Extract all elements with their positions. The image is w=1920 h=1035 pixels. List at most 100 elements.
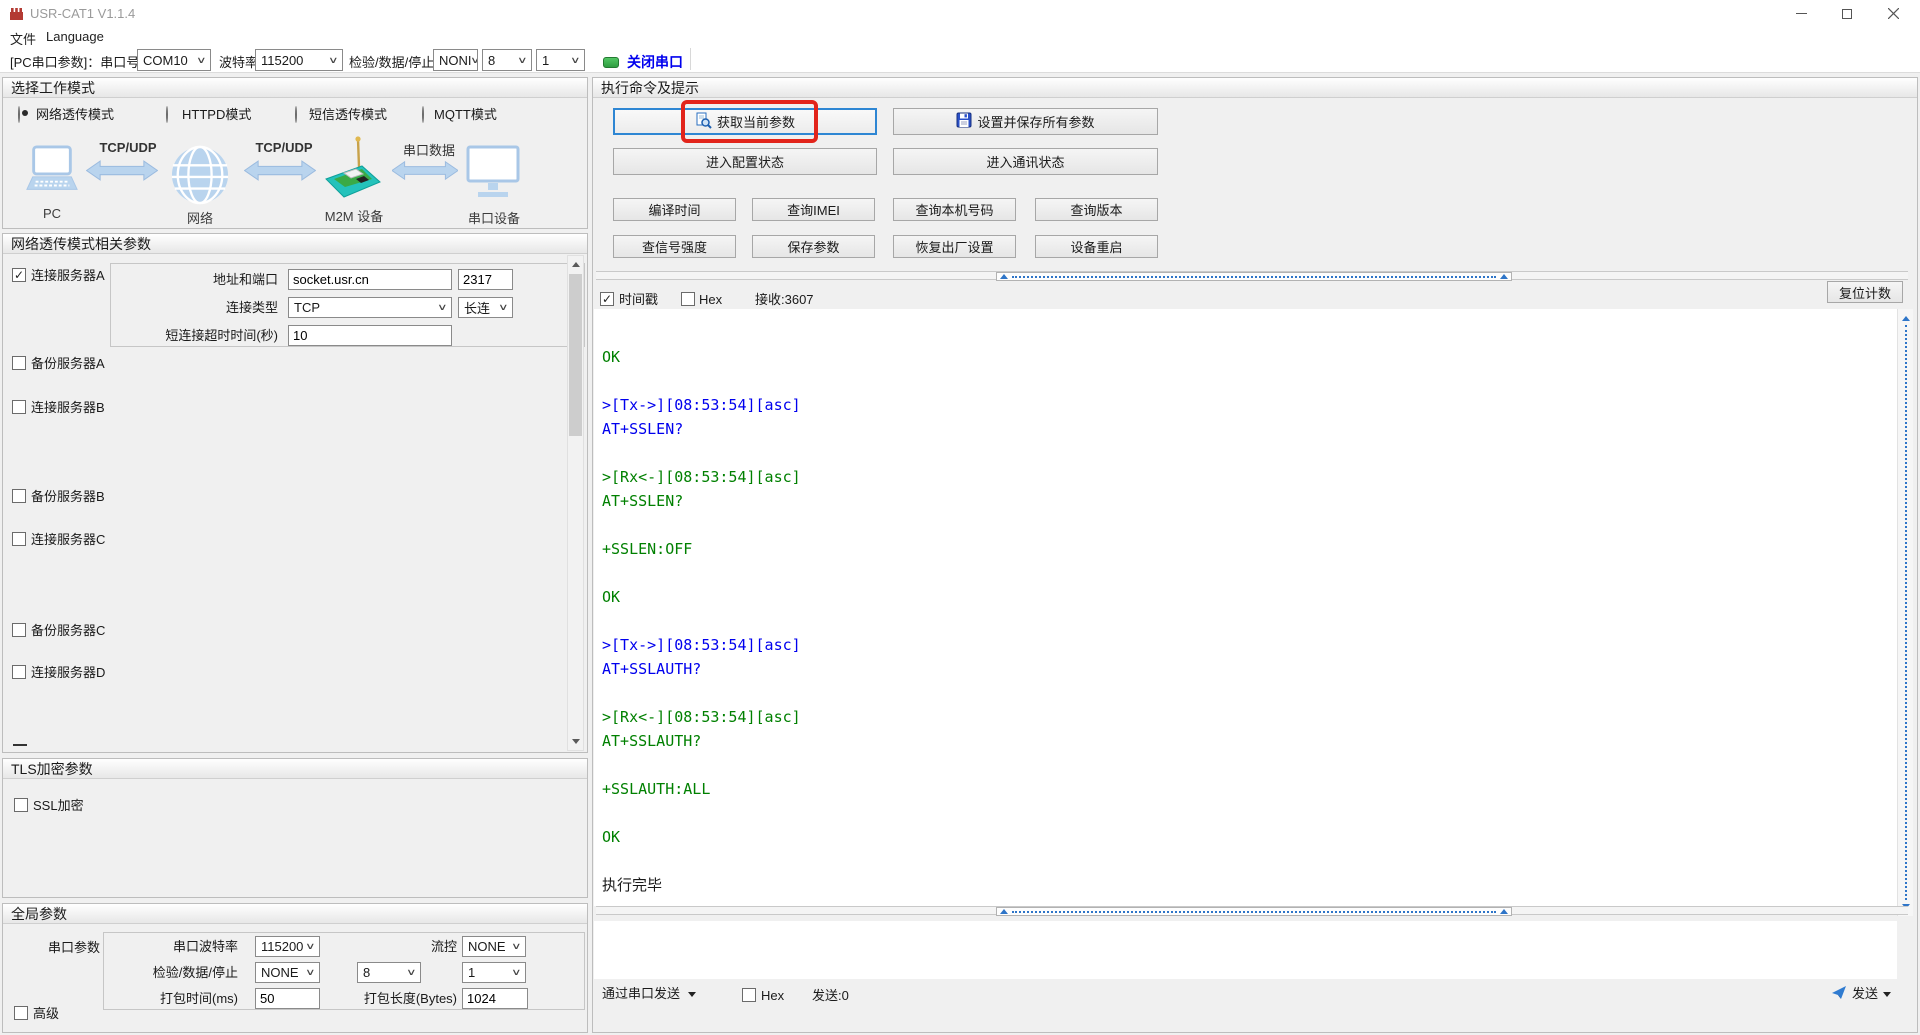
vscroll-up-nub[interactable] <box>1901 312 1910 321</box>
maximize-button[interactable] <box>1824 0 1870 27</box>
log-vscrollbar[interactable] <box>1897 309 1913 916</box>
serial-device-label: 串口设备 <box>467 211 520 226</box>
query-phone-number-button[interactable]: 查询本机号码 <box>893 198 1016 221</box>
enter-comm-button[interactable]: 进入通讯状态 <box>893 148 1158 175</box>
server-port-input[interactable] <box>458 269 513 290</box>
conn-type-select[interactable]: TCP ∨ <box>288 297 452 318</box>
server-a-label: 连接服务器A <box>31 268 105 283</box>
backup-server-c-checkbox[interactable] <box>12 623 26 637</box>
radio-mqtt[interactable] <box>422 106 424 123</box>
com-port-select[interactable]: COM10 ∨ <box>137 49 211 71</box>
backup-server-b-label: 备份服务器B <box>31 489 105 504</box>
recv-counter: 接收:3607 <box>755 292 814 307</box>
log-line: +SSLEN:OFF <box>602 540 693 558</box>
radio-sms-passthrough[interactable] <box>295 106 297 123</box>
tx-hex-label: Hex <box>761 988 785 1003</box>
backup-server-a-checkbox[interactable] <box>12 356 26 370</box>
gp-stopbits-select[interactable]: 1 ∨ <box>462 962 526 983</box>
parity-select[interactable]: NONI∨ <box>433 49 478 71</box>
gp-packtime-input[interactable] <box>255 988 320 1009</box>
short-conn-timeout-label: 短连接超时时间(秒) <box>165 328 278 343</box>
net-params-title: 网络透传模式相关参数 <box>11 235 151 252</box>
serial-params-label: 串口参数 <box>48 940 101 955</box>
global-params-title: 全局参数 <box>11 905 67 922</box>
rx-hex-checkbox[interactable] <box>681 292 695 306</box>
command-panel-title: 执行命令及提示 <box>601 79 699 96</box>
log-hscrollbar-bottom[interactable] <box>596 906 1908 916</box>
annotation-red-box <box>681 100 818 143</box>
minimize-button[interactable] <box>1778 0 1824 27</box>
save-params-button[interactable]: 保存参数 <box>752 235 875 258</box>
parity-data-stop-label: 检验/数据/停止 <box>349 55 435 70</box>
gp-packlen-label: 打包长度(Bytes) <box>363 991 457 1006</box>
close-serial-label: 关闭串口 <box>627 54 683 70</box>
gp-baud-label: 串口波特率 <box>172 939 238 954</box>
keepalive-select[interactable]: 长连 ∨ <box>458 297 513 318</box>
ssl-checkbox[interactable] <box>14 798 28 812</box>
log-hscrollbar-top[interactable] <box>596 271 1908 281</box>
chevron-down-icon <box>688 991 697 997</box>
gp-flow-select[interactable]: NONE ∨ <box>462 936 526 957</box>
net-params-scrollbar[interactable] <box>567 255 584 751</box>
gp-baud-select[interactable]: 115200 ∨ <box>255 936 320 957</box>
radio-net-passthrough[interactable] <box>18 106 20 123</box>
radio-mqtt-label: MQTT模式 <box>434 107 497 122</box>
hscroll-thumb-bottom[interactable] <box>996 907 1512 916</box>
scroll-up-arrow[interactable] <box>568 256 583 273</box>
timestamp-checkbox[interactable] <box>600 292 614 306</box>
link2-label: TCP/UDP <box>255 140 313 155</box>
close-button[interactable] <box>1870 0 1916 27</box>
backup-server-c-label: 备份服务器C <box>31 623 106 638</box>
gp-packlen-input[interactable] <box>462 988 528 1009</box>
stopbits-select[interactable]: 1 ∨ <box>536 49 585 71</box>
query-signal-button[interactable]: 查信号强度 <box>613 235 736 258</box>
server-address-input[interactable] <box>288 269 452 290</box>
send-via-serial-dropdown[interactable]: 通过串口发送 <box>602 986 697 1002</box>
enter-config-button[interactable]: 进入配置状态 <box>613 148 877 175</box>
server-a-checkbox[interactable] <box>12 268 26 282</box>
tx-hex-checkbox[interactable] <box>742 988 756 1002</box>
serial-device-icon <box>466 145 520 204</box>
compile-time-button[interactable]: 编译时间 <box>613 198 736 221</box>
server-d-checkbox[interactable] <box>12 665 26 679</box>
scroll-down-arrow[interactable] <box>568 733 583 750</box>
send-via-label: 通过串口发送 <box>602 986 681 1001</box>
sent-counter: 发送:0 <box>812 988 849 1003</box>
send-text-area[interactable] <box>594 921 1897 979</box>
factory-reset-button[interactable]: 恢复出厂设置 <box>893 235 1016 258</box>
app-icon <box>9 6 24 24</box>
query-version-button[interactable]: 查询版本 <box>1035 198 1158 221</box>
hscroll-thumb-top[interactable] <box>996 272 1512 281</box>
send-button-label: 发送 <box>1852 986 1879 1001</box>
log-line: >[Rx<-][08:53:54][asc] <box>602 468 801 486</box>
gp-databits-select[interactable]: 8 ∨ <box>357 962 421 983</box>
gp-parity-select[interactable]: NONE ∨ <box>255 962 320 983</box>
pc-label: PC <box>42 206 62 221</box>
receive-log-area[interactable]: OK >[Tx->][08:53:54][asc] AT+SSLEN? >[Rx<-]… <box>594 309 1897 906</box>
menu-language[interactable]: Language <box>46 29 104 44</box>
set-save-all-button[interactable]: 设置并保存所有参数 <box>893 108 1158 135</box>
server-b-checkbox[interactable] <box>12 400 26 414</box>
query-imei-button[interactable]: 查询IMEI <box>752 198 875 221</box>
advanced-checkbox[interactable] <box>14 1006 28 1020</box>
title-bar: USR-CAT1 V1.1.4 <box>0 0 1920 27</box>
backup-server-b-checkbox[interactable] <box>12 489 26 503</box>
server-c-checkbox[interactable] <box>12 532 26 546</box>
ssl-label: SSL加密 <box>33 798 84 813</box>
baud-select[interactable]: 115200 ∨ <box>255 49 343 71</box>
databits-select[interactable]: 8 ∨ <box>482 49 532 71</box>
radio-httpd[interactable] <box>166 106 168 123</box>
device-restart-button[interactable]: 设备重启 <box>1035 235 1158 258</box>
close-serial-button[interactable]: 关闭串口 <box>603 52 683 72</box>
send-button[interactable]: 发送 <box>1832 985 1892 1003</box>
scroll-thumb[interactable] <box>569 274 582 436</box>
log-line: AT+SSLAUTH? <box>602 660 702 678</box>
reset-counter-button[interactable]: 复位计数 <box>1827 281 1903 303</box>
short-conn-timeout-input[interactable] <box>288 325 452 346</box>
